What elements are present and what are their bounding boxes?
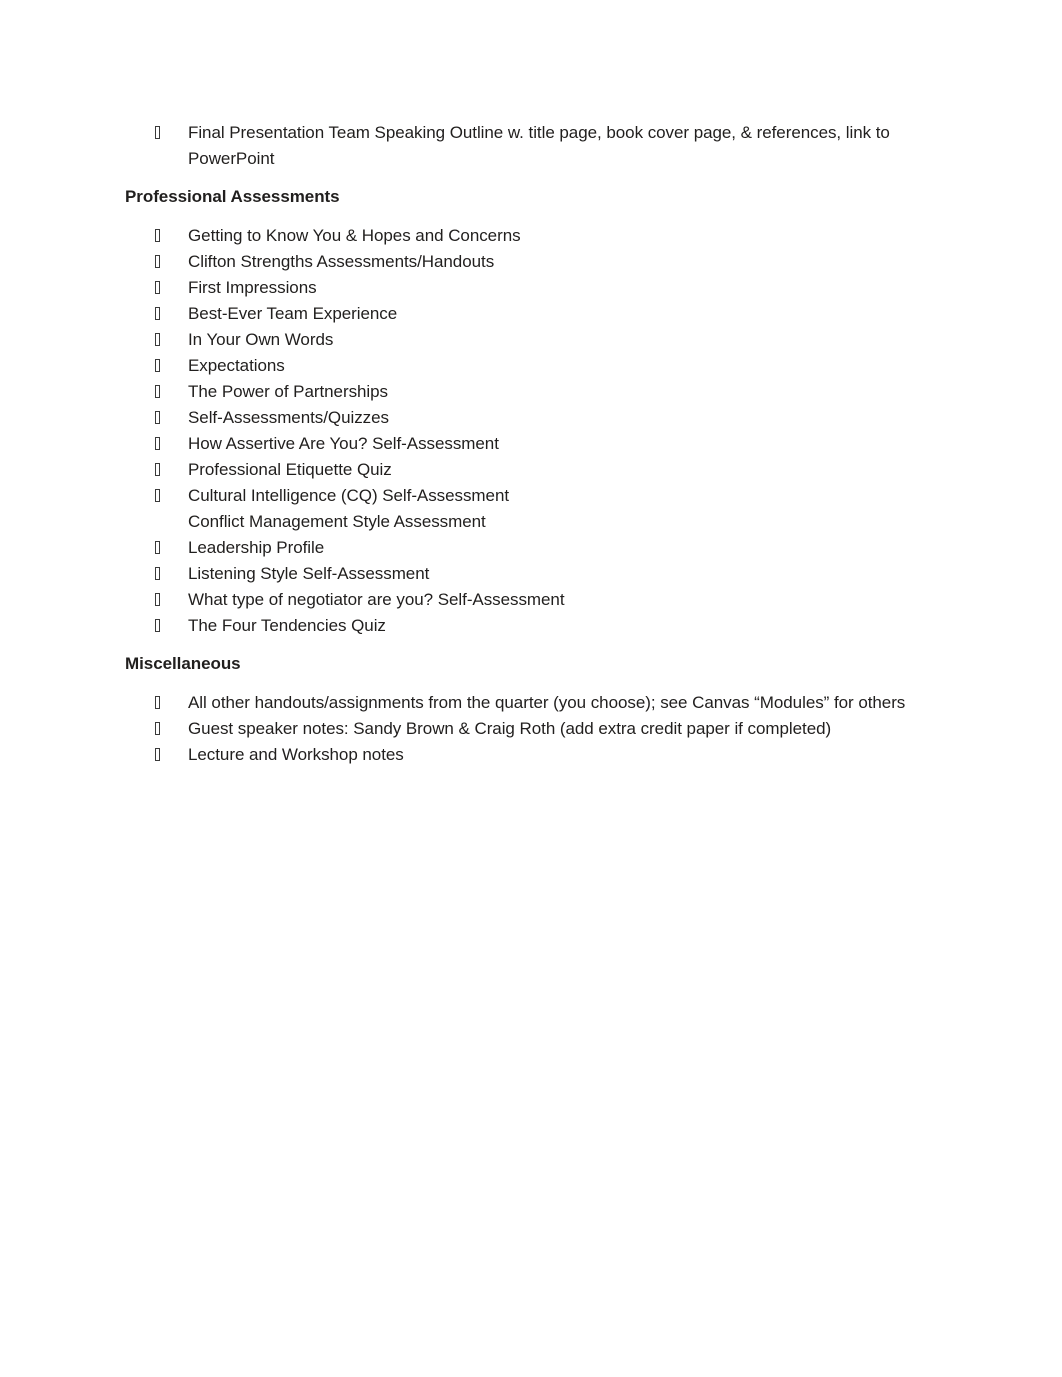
list-item-continuation-text: Conflict Management Style Assessment xyxy=(188,512,486,531)
list-item: Guest speaker notes: Sandy Brown & Craig… xyxy=(125,716,915,742)
missing-glyph-box-icon xyxy=(155,541,160,554)
list-item: Clifton Strengths Assessments/Handouts xyxy=(125,249,915,275)
list-item: Self-Assessments/Quizzes xyxy=(125,405,915,431)
list-item-text: Expectations xyxy=(188,356,285,375)
missing-glyph-box-icon xyxy=(155,463,160,476)
missing-glyph-box-icon xyxy=(155,411,160,424)
missing-glyph-box-icon xyxy=(155,229,160,242)
list-item-text: What type of negotiator are you? Self-As… xyxy=(188,590,565,609)
list-item: Lecture and Workshop notes xyxy=(125,742,915,768)
list-item: In Your Own Words xyxy=(125,327,915,353)
missing-glyph-box-icon xyxy=(155,385,160,398)
list-item: The Power of Partnerships xyxy=(125,379,915,405)
list-item-text: Professional Etiquette Quiz xyxy=(188,460,392,479)
missing-glyph-box-icon xyxy=(155,281,160,294)
missing-glyph-box-icon xyxy=(155,489,160,502)
list-item: What type of negotiator are you? Self-As… xyxy=(125,587,915,613)
list-item: First Impressions xyxy=(125,275,915,301)
missing-glyph-box-icon xyxy=(155,619,160,632)
section-heading: Professional Assessments xyxy=(125,187,340,206)
missing-glyph-box-icon xyxy=(155,307,160,320)
list-item-text: How Assertive Are You? Self-Assessment xyxy=(188,434,499,453)
heading-top-spacer xyxy=(125,639,915,651)
heading-bottom-spacer xyxy=(125,210,915,223)
list-item-text: Listening Style Self-Assessment xyxy=(188,564,430,583)
list-item-text: Self-Assessments/Quizzes xyxy=(188,408,389,427)
missing-glyph-box-icon xyxy=(155,722,160,735)
document-body: Final Presentation Team Speaking Outline… xyxy=(125,120,915,768)
list-item: How Assertive Are You? Self-Assessment xyxy=(125,431,915,457)
missing-glyph-box-icon xyxy=(155,567,160,580)
list-item: Expectations xyxy=(125,353,915,379)
list-item-text: Best-Ever Team Experience xyxy=(188,304,398,323)
list-item: Final Presentation Team Speaking Outline… xyxy=(125,120,915,172)
lead-bullet-list: Final Presentation Team Speaking Outline… xyxy=(125,120,915,172)
list-item-text: Final Presentation Team Speaking Outline… xyxy=(188,123,890,168)
list-item: Getting to Know You & Hopes and Concerns xyxy=(125,223,915,249)
list-item-text: The Four Tendencies Quiz xyxy=(188,616,386,635)
list-item-text: Cultural Intelligence (CQ) Self-Assessme… xyxy=(188,486,510,505)
missing-glyph-box-icon xyxy=(155,437,160,450)
heading-bottom-spacer xyxy=(125,677,915,690)
list-item: Cultural Intelligence (CQ) Self-Assessme… xyxy=(125,483,915,535)
list-item-text: Getting to Know You & Hopes and Concerns xyxy=(188,226,521,245)
missing-glyph-box-icon xyxy=(155,255,160,268)
missing-glyph-box-icon xyxy=(155,126,160,139)
list-item: Listening Style Self-Assessment xyxy=(125,561,915,587)
missing-glyph-box-icon xyxy=(155,593,160,606)
list-item: The Four Tendencies Quiz xyxy=(125,613,915,639)
list-item: Leadership Profile xyxy=(125,535,915,561)
list-item-text: First Impressions xyxy=(188,278,317,297)
list-item-text: Guest speaker notes: Sandy Brown & Craig… xyxy=(188,719,832,738)
list-item-text: All other handouts/assignments from the … xyxy=(188,693,906,712)
list-item-text: Lecture and Workshop notes xyxy=(188,745,404,764)
list-item: Best-Ever Team Experience xyxy=(125,301,915,327)
list-item: All other handouts/assignments from the … xyxy=(125,690,915,716)
document-page: Final Presentation Team Speaking Outline… xyxy=(0,0,1062,1377)
missing-glyph-box-icon xyxy=(155,359,160,372)
missing-glyph-box-icon xyxy=(155,333,160,346)
heading-top-spacer xyxy=(125,172,915,184)
missing-glyph-box-icon xyxy=(155,748,160,761)
list-item-text: Clifton Strengths Assessments/Handouts xyxy=(188,252,495,271)
missing-glyph-box-icon xyxy=(155,696,160,709)
list-item-text: In Your Own Words xyxy=(188,330,334,349)
section-bullet-list: All other handouts/assignments from the … xyxy=(125,690,915,768)
list-item-text: Leadership Profile xyxy=(188,538,325,557)
list-item: Professional Etiquette Quiz xyxy=(125,457,915,483)
section-bullet-list: Getting to Know You & Hopes and Concerns… xyxy=(125,223,915,639)
section-heading: Miscellaneous xyxy=(125,654,241,673)
list-item-text: The Power of Partnerships xyxy=(188,382,389,401)
